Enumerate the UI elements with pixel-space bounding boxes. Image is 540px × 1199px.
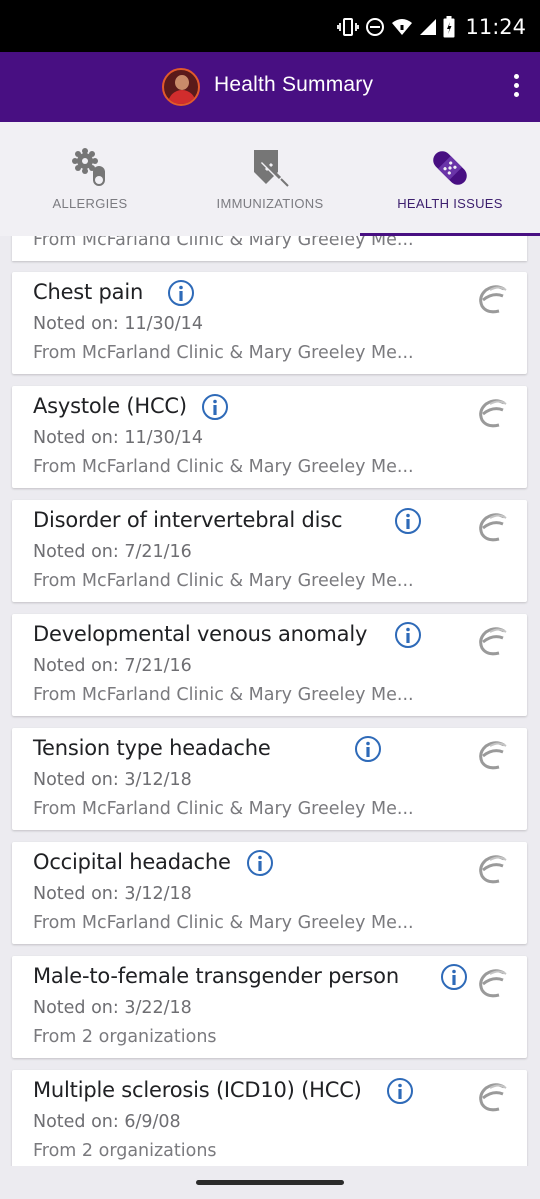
item-noted-date: Noted on: 3/22/18 bbox=[33, 998, 192, 1018]
vibrate-icon bbox=[337, 18, 360, 36]
page-title: Health Summary bbox=[214, 73, 374, 96]
item-title: Asystole (HCC) bbox=[33, 394, 187, 418]
item-title: Developmental venous anomaly bbox=[33, 622, 368, 646]
list-item[interactable]: Male-to-female transgender person Noted … bbox=[12, 956, 527, 1058]
epic-icon bbox=[479, 1083, 507, 1112]
tab-label: HEALTH ISSUES bbox=[397, 196, 503, 211]
epic-icon bbox=[479, 627, 507, 656]
list-item[interactable]: Occipital headache Noted on: 3/12/18 Fro… bbox=[12, 842, 527, 944]
list-item[interactable]: Disorder of intervertebral disc Noted on… bbox=[12, 500, 527, 602]
list-item[interactable]: From McFarland Clinic & Mary Greeley Me.… bbox=[12, 236, 527, 261]
item-source: From McFarland Clinic & Mary Greeley Me.… bbox=[33, 343, 414, 363]
item-title: Tension type headache bbox=[33, 736, 271, 760]
tab-label: IMMUNIZATIONS bbox=[216, 196, 324, 211]
item-title: Occipital headache bbox=[33, 850, 231, 874]
tab-health-issues[interactable]: HEALTH ISSUES bbox=[360, 122, 540, 236]
app-bar: Health Summary bbox=[0, 52, 540, 122]
allergies-icon bbox=[72, 148, 105, 186]
item-source: From 2 organizations bbox=[33, 1027, 217, 1047]
item-title: Chest pain bbox=[33, 280, 144, 304]
tab-bar: ALLERGIES IMMUNIZATIONS HEALTH ISSUES bbox=[0, 122, 540, 236]
avatar[interactable] bbox=[162, 68, 200, 106]
item-noted-date: Noted on: 7/21/16 bbox=[33, 542, 192, 562]
epic-icon bbox=[479, 855, 507, 884]
info-icon[interactable] bbox=[394, 621, 422, 649]
health-issues-icon bbox=[433, 151, 467, 185]
status-bar: 11:24 bbox=[0, 0, 540, 52]
item-noted-date: Noted on: 11/30/14 bbox=[33, 428, 203, 448]
info-icon[interactable] bbox=[354, 735, 382, 763]
list-item[interactable]: Multiple sclerosis (ICD10) (HCC) Noted o… bbox=[12, 1070, 527, 1166]
epic-icon bbox=[479, 741, 507, 770]
item-noted-date: Noted on: 11/30/14 bbox=[33, 314, 203, 334]
tab-immunizations[interactable]: IMMUNIZATIONS bbox=[180, 122, 360, 236]
status-icons: 11:24 bbox=[337, 14, 526, 40]
item-source: From McFarland Clinic & Mary Greeley Me.… bbox=[33, 457, 414, 477]
info-icon[interactable] bbox=[167, 279, 195, 307]
epic-icon bbox=[479, 285, 507, 314]
info-icon[interactable] bbox=[201, 393, 229, 421]
health-issues-list[interactable]: From McFarland Clinic & Mary Greeley Me.… bbox=[0, 236, 540, 1166]
item-title: Multiple sclerosis (ICD10) (HCC) bbox=[33, 1078, 362, 1102]
item-noted-date: Noted on: 3/12/18 bbox=[33, 770, 192, 790]
item-source: From 2 organizations bbox=[33, 1141, 217, 1161]
do-not-disturb-icon bbox=[366, 18, 385, 36]
tab-allergies[interactable]: ALLERGIES bbox=[0, 122, 180, 236]
item-title-row: Asystole (HCC) bbox=[33, 394, 467, 426]
battery-icon bbox=[443, 16, 455, 38]
list-item[interactable]: Asystole (HCC) Noted on: 11/30/14 From M… bbox=[12, 386, 527, 488]
item-title: Disorder of intervertebral disc bbox=[33, 508, 343, 532]
list-item[interactable]: Developmental venous anomaly Noted on: 7… bbox=[12, 614, 527, 716]
info-icon[interactable] bbox=[440, 963, 468, 991]
epic-icon bbox=[479, 399, 507, 428]
item-source: From McFarland Clinic & Mary Greeley Me.… bbox=[33, 571, 414, 591]
item-title-row: Tension type headache bbox=[33, 736, 467, 768]
item-noted-date: Noted on: 6/9/08 bbox=[33, 1112, 181, 1132]
item-noted-date: Noted on: 3/12/18 bbox=[33, 884, 192, 904]
item-title-row: Chest pain bbox=[33, 280, 467, 312]
signal-icon bbox=[420, 19, 437, 35]
status-clock: 11:24 bbox=[465, 15, 526, 39]
item-title: Male-to-female transgender person bbox=[33, 964, 399, 988]
info-icon[interactable] bbox=[394, 507, 422, 535]
wifi-icon bbox=[392, 19, 413, 35]
immunizations-icon bbox=[254, 150, 289, 187]
item-noted-date: Noted on: 7/21/16 bbox=[33, 656, 192, 676]
navigation-bar bbox=[0, 1166, 540, 1199]
home-gesture-handle[interactable] bbox=[196, 1180, 344, 1185]
item-title-row: Male-to-female transgender person bbox=[33, 964, 467, 996]
more-vert-icon bbox=[513, 74, 519, 79]
item-source: From McFarland Clinic & Mary Greeley Me.… bbox=[33, 913, 414, 933]
epic-icon bbox=[479, 969, 507, 998]
epic-icon bbox=[479, 513, 507, 542]
tab-label: ALLERGIES bbox=[52, 196, 128, 211]
item-source: From McFarland Clinic & Mary Greeley Me.… bbox=[33, 236, 414, 250]
item-source: From McFarland Clinic & Mary Greeley Me.… bbox=[33, 685, 414, 705]
item-source: From McFarland Clinic & Mary Greeley Me.… bbox=[33, 799, 414, 819]
info-icon[interactable] bbox=[386, 1077, 414, 1105]
info-icon[interactable] bbox=[246, 849, 274, 877]
list-item[interactable]: Chest pain Noted on: 11/30/14 From McFar… bbox=[12, 272, 527, 374]
overflow-menu-button[interactable] bbox=[508, 74, 524, 102]
list-item[interactable]: Tension type headache Noted on: 3/12/18 … bbox=[12, 728, 527, 830]
